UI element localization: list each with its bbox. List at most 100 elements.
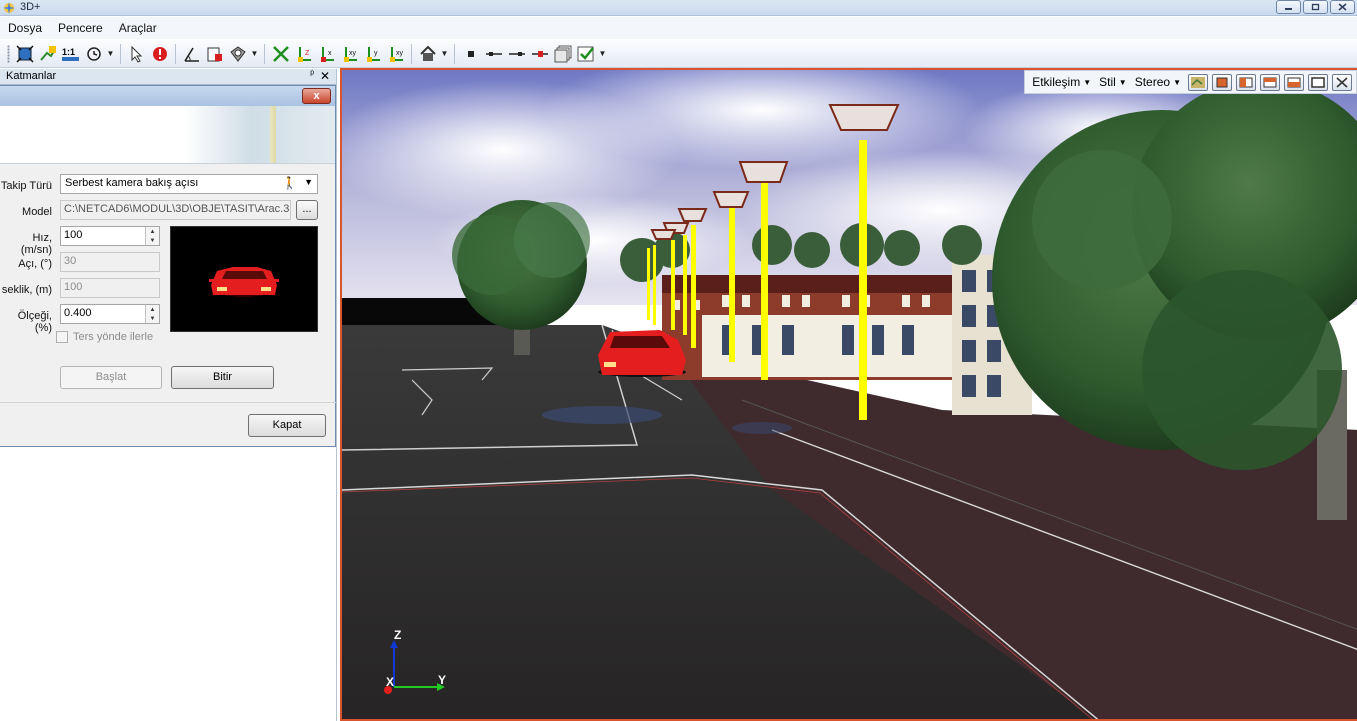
dialog-divider bbox=[0, 402, 336, 403]
toolbar-separator bbox=[264, 43, 265, 64]
pin-icon[interactable]: ᵖ bbox=[310, 69, 314, 80]
menu-bar: Dosya Pencere Araçlar bbox=[0, 17, 1357, 39]
move-xyz-icon[interactable] bbox=[269, 43, 292, 65]
panel-header: Katmanlar ᵖ ✕ bbox=[0, 69, 336, 85]
stereo-label: Stereo bbox=[1134, 75, 1171, 89]
aci-input[interactable]: 30 bbox=[60, 252, 160, 272]
quad-view-icon[interactable] bbox=[1284, 73, 1304, 91]
map-view-icon[interactable] bbox=[1188, 73, 1208, 91]
olcek-value: 0.400 bbox=[64, 307, 92, 319]
takip-turu-value: Serbest kamera bakış açısı bbox=[65, 177, 199, 189]
baslat-button[interactable]: Başlat bbox=[60, 366, 162, 389]
main-toolbar: 1:1 ▼ ▼ Z x xy y xy ▼ ▼ bbox=[0, 40, 1357, 68]
stereo-menu[interactable]: Stereo ▼ bbox=[1132, 75, 1184, 89]
scene-render[interactable] bbox=[342, 70, 1357, 721]
browse-button[interactable]: ... bbox=[296, 200, 318, 220]
model-label: Model bbox=[22, 206, 52, 218]
chevron-down-icon: ▼ bbox=[304, 177, 313, 187]
move-xz-icon[interactable]: xy bbox=[384, 43, 407, 65]
hiz-value: 100 bbox=[64, 229, 83, 241]
zoom-extents-icon[interactable] bbox=[13, 43, 36, 65]
view-toolbar: Etkileşim ▼ Stil ▼ Stereo ▼ bbox=[1024, 70, 1357, 94]
chevron-down-icon[interactable]: ▼ bbox=[439, 43, 450, 65]
measure-angle-icon[interactable] bbox=[180, 43, 203, 65]
olcek-spinner[interactable]: ▲ ▼ bbox=[145, 305, 159, 323]
move-x-icon[interactable]: x bbox=[315, 43, 338, 65]
split-vertical-icon[interactable] bbox=[1236, 73, 1256, 91]
3d-viewport[interactable]: Z X Y Etkileşim ▼ Stil ▼ Stereo ▼ bbox=[340, 68, 1357, 721]
kapat-button[interactable]: Kapat bbox=[248, 414, 326, 437]
chevron-down-icon: ▼ bbox=[1083, 77, 1092, 87]
rotate-icon[interactable] bbox=[82, 43, 105, 65]
zoom-layer-icon[interactable] bbox=[36, 43, 59, 65]
olcek-label: Ölçeği, (%) bbox=[17, 310, 52, 334]
move-z-icon[interactable]: Z bbox=[292, 43, 315, 65]
chevron-down-icon: ▼ bbox=[1173, 77, 1181, 87]
toolbar-separator bbox=[411, 43, 412, 64]
dialog-close-button[interactable]: x bbox=[302, 88, 331, 104]
home-icon[interactable] bbox=[416, 43, 439, 65]
axis-x-label: X bbox=[386, 675, 395, 689]
model-path-field[interactable]: C:\NETCAD6\MODUL\3D\OBJE\TASIT\Arac.3DS bbox=[60, 200, 291, 220]
layers-icon[interactable] bbox=[551, 43, 574, 65]
line-icon[interactable] bbox=[482, 43, 505, 65]
menu-araclar[interactable]: Araçlar bbox=[111, 21, 165, 35]
restore-button[interactable] bbox=[1303, 0, 1328, 14]
svg-text:1:1: 1:1 bbox=[62, 47, 75, 57]
toolbar-separator bbox=[120, 43, 121, 64]
yukseklik-input[interactable]: 100 bbox=[60, 278, 160, 298]
car-preview-icon bbox=[209, 267, 279, 297]
edit-line-icon[interactable] bbox=[528, 43, 551, 65]
etkilesim-menu[interactable]: Etkileşim ▼ bbox=[1029, 75, 1094, 89]
info-icon[interactable] bbox=[148, 43, 171, 65]
check-icon[interactable] bbox=[574, 43, 597, 65]
polyline-icon[interactable] bbox=[505, 43, 528, 65]
toolbar-grip[interactable] bbox=[7, 44, 10, 63]
chevron-down-icon: ▼ bbox=[1118, 77, 1127, 87]
app-logo-icon bbox=[3, 2, 15, 14]
select-arrow-icon[interactable] bbox=[125, 43, 148, 65]
menu-pencere[interactable]: Pencere bbox=[50, 21, 111, 35]
banner-stripe bbox=[270, 106, 276, 163]
single-pane-icon[interactable] bbox=[1212, 73, 1232, 91]
chevron-down-icon[interactable]: ▼ bbox=[105, 43, 116, 65]
olcek-input[interactable]: 0.400 ▲ ▼ bbox=[60, 304, 160, 324]
hiz-spinner[interactable]: ▲ ▼ bbox=[145, 227, 159, 245]
chevron-down-icon[interactable]: ▼ bbox=[597, 43, 608, 65]
axis-z-label: Z bbox=[394, 628, 402, 642]
svg-text:Z: Z bbox=[305, 50, 310, 57]
split-horizontal-icon[interactable] bbox=[1260, 73, 1280, 91]
move-xy-icon[interactable]: xy bbox=[338, 43, 361, 65]
point-icon[interactable] bbox=[459, 43, 482, 65]
hiz-input[interactable]: 100 ▲ ▼ bbox=[60, 226, 160, 246]
svg-text:xy: xy bbox=[396, 50, 404, 57]
reverse-direction-checkbox-row[interactable]: Ters yönde ilerle bbox=[56, 331, 153, 343]
stil-menu[interactable]: Stil ▼ bbox=[1096, 75, 1130, 89]
app-title: 3D+ bbox=[20, 1, 41, 13]
stil-label: Stil bbox=[1099, 75, 1116, 89]
vehicle-tracking-dialog: x netcad Takip Türü Serbest kamera bakış… bbox=[0, 85, 336, 447]
close-icon[interactable]: ✕ bbox=[320, 69, 330, 83]
move-y-icon[interactable]: y bbox=[361, 43, 384, 65]
layers-panel: Katmanlar ᵖ ✕ x netcad Takip Türü Serbes… bbox=[0, 69, 337, 721]
toolbar-separator bbox=[454, 43, 455, 64]
section-icon[interactable] bbox=[203, 43, 226, 65]
close-view-icon[interactable] bbox=[1332, 73, 1352, 91]
takip-turu-select[interactable]: Serbest kamera bakış açısı 🚶 ▼ bbox=[60, 174, 318, 194]
chevron-down-icon[interactable]: ▼ bbox=[249, 43, 260, 65]
axis-y-label: Y bbox=[438, 673, 447, 687]
texture-icon[interactable] bbox=[226, 43, 249, 65]
svg-text:y: y bbox=[374, 50, 378, 57]
vehicle-preview bbox=[170, 226, 318, 332]
maximize-view-icon[interactable] bbox=[1308, 73, 1328, 91]
scale-1-1-icon[interactable]: 1:1 bbox=[59, 43, 82, 65]
etkilesim-label: Etkileşim bbox=[1032, 75, 1081, 89]
dialog-title-bar: x bbox=[0, 86, 335, 106]
reverse-direction-checkbox[interactable] bbox=[56, 331, 68, 343]
svg-text:xy: xy bbox=[349, 50, 357, 57]
bitir-button[interactable]: Bitir bbox=[171, 366, 274, 389]
minimize-button[interactable] bbox=[1276, 0, 1301, 14]
panel-title: Katmanlar bbox=[6, 70, 57, 82]
menu-dosya[interactable]: Dosya bbox=[0, 21, 50, 35]
close-window-button[interactable] bbox=[1330, 0, 1355, 14]
